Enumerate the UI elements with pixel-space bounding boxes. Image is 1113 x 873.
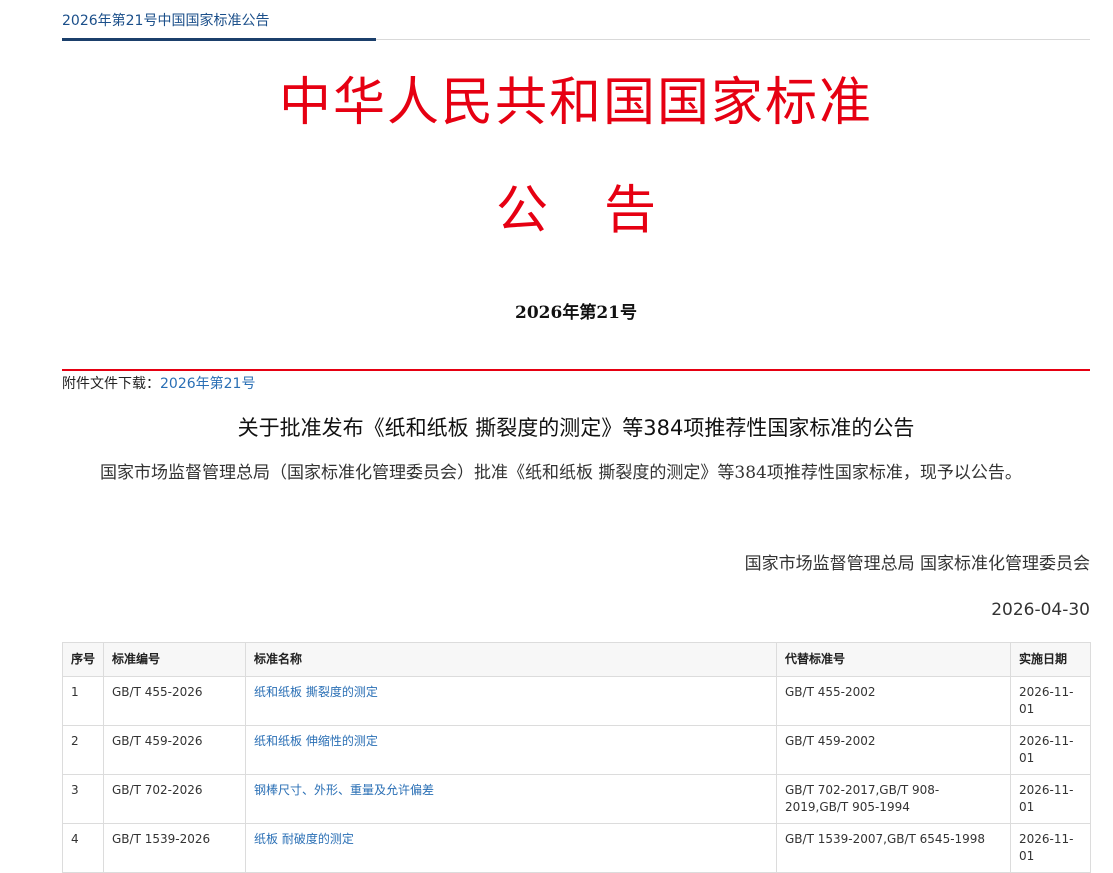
notice-heading: 公告 <box>62 168 1090 243</box>
cell-code: GB/T 455-2026 <box>103 676 246 726</box>
standard-name-link[interactable]: 纸板 耐破度的测定 <box>254 832 354 846</box>
attachment-row: 附件文件下载：2026年第21号 <box>62 373 255 393</box>
standard-name-link[interactable]: 钢棒尺寸、外形、重量及允许偏差 <box>254 783 434 797</box>
cell-replaces: GB/T 455-2002 <box>776 676 1011 726</box>
masthead-title: 中华人民共和国国家标准 <box>278 73 873 133</box>
notice-char-1: 公 <box>495 181 548 241</box>
cell-code: GB/T 702-2026 <box>103 774 246 824</box>
table-row: 2 GB/T 459-2026 纸和纸板 伸缩性的测定 GB/T 459-200… <box>62 725 1091 775</box>
attachment-download-link[interactable]: 2026年第21号 <box>160 376 255 392</box>
announcement-title: 关于批准发布《纸和纸板 撕裂度的测定》等384项推荐性国家标准的公告 <box>237 416 915 440</box>
col-header-no: 序号 <box>62 642 104 677</box>
cell-no: 3 <box>62 774 104 824</box>
breadcrumb-bar: 2026年第21号中国国家标准公告 <box>62 0 1090 41</box>
cell-name: 纸和纸板 撕裂度的测定 <box>245 676 777 726</box>
table-row: 1 GB/T 455-2026 纸和纸板 撕裂度的测定 GB/T 455-200… <box>62 676 1091 726</box>
cell-date: 2026-11-01 <box>1010 676 1091 726</box>
cell-replaces: GB/T 702-2017,GB/T 908-2019,GB/T 905-199… <box>776 774 1011 824</box>
table-header-row: 序号 标准编号 标准名称 代替标准号 实施日期 <box>62 642 1091 677</box>
col-header-name: 标准名称 <box>245 642 777 677</box>
cell-no: 2 <box>62 725 104 775</box>
red-divider <box>62 369 1090 371</box>
col-header-replaces: 代替标准号 <box>776 642 1011 677</box>
header-accent-bar <box>62 38 376 41</box>
attachment-label: 附件文件下载： <box>62 376 160 392</box>
notice-char-2: 告 <box>604 181 657 241</box>
cell-date: 2026-11-01 <box>1010 774 1091 824</box>
cell-code: GB/T 459-2026 <box>103 725 246 775</box>
col-header-code: 标准编号 <box>103 642 246 677</box>
issue-number: 2026年第21号 <box>515 303 637 323</box>
cell-name: 钢棒尺寸、外形、重量及允许偏差 <box>245 774 777 824</box>
issuer-signature: 国家市场监督管理总局 国家标准化管理委员会 <box>744 554 1090 574</box>
standard-name-link[interactable]: 纸和纸板 伸缩性的测定 <box>254 734 378 748</box>
announcement-body: 国家市场监督管理总局（国家标准化管理委员会）批准《纸和纸板 撕裂度的测定》等38… <box>100 463 1022 483</box>
col-header-date: 实施日期 <box>1010 642 1091 677</box>
cell-date: 2026-11-01 <box>1010 725 1091 775</box>
standard-name-link[interactable]: 纸和纸板 撕裂度的测定 <box>254 685 378 699</box>
standards-table: 序号 标准编号 标准名称 代替标准号 实施日期 1 GB/T 455-2026 … <box>62 642 1091 873</box>
announcement-date: 2026-04-30 <box>991 600 1090 620</box>
cell-no: 1 <box>62 676 104 726</box>
table-row: 3 GB/T 702-2026 钢棒尺寸、外形、重量及允许偏差 GB/T 702… <box>62 774 1091 824</box>
cell-replaces: GB/T 459-2002 <box>776 725 1011 775</box>
breadcrumb-title-link[interactable]: 2026年第21号中国国家标准公告 <box>62 10 269 30</box>
cell-name: 纸和纸板 伸缩性的测定 <box>245 725 777 775</box>
